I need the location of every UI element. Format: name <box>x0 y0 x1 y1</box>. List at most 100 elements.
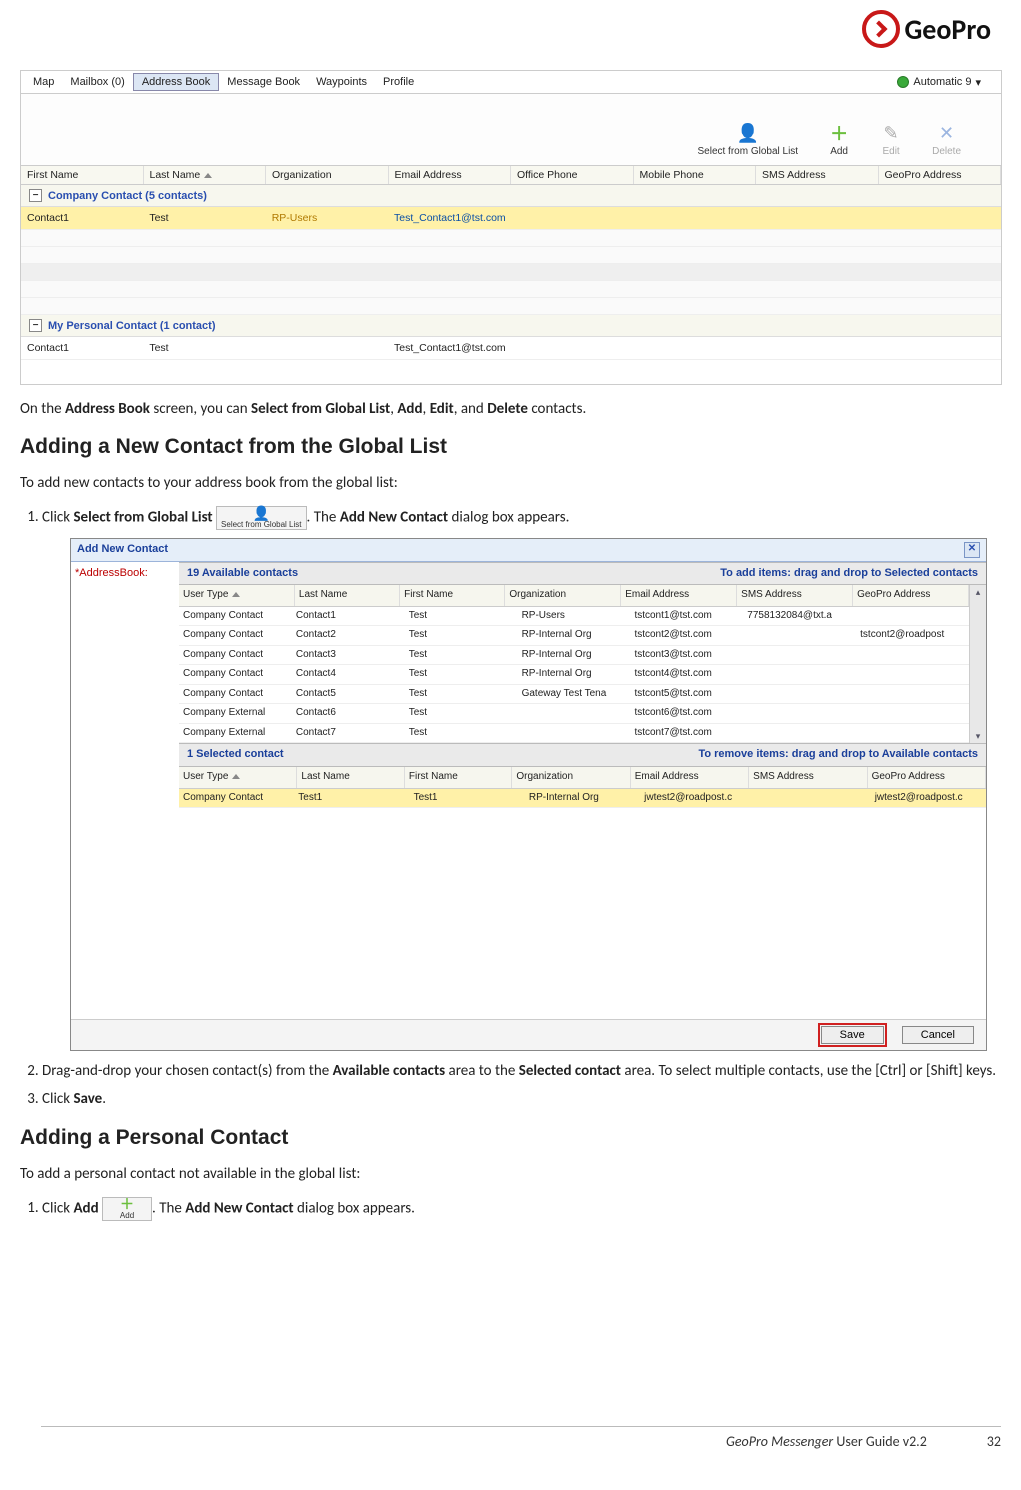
available-contacts-list[interactable]: Company ContactContact1TestRP-Userststco… <box>179 607 969 744</box>
page-footer: GeoPro Messenger User Guide v2.2 32 <box>41 1426 1001 1450</box>
available-count: 19 Available contacts <box>187 566 298 582</box>
col-mobile-phone[interactable]: Mobile Phone <box>634 166 757 184</box>
chevron-down-icon: ▾ <box>975 76 981 89</box>
table-row[interactable]: Contact1 Test Test_Contact1@tst.com <box>21 337 1001 360</box>
col-email[interactable]: Email Address <box>631 767 749 788</box>
selected-contacts-list[interactable]: Company ContactTest1Test1RP-Internal Org… <box>179 789 986 909</box>
sort-asc-icon <box>204 173 212 178</box>
col-first-name[interactable]: First Name <box>21 166 144 184</box>
dialog-titlebar: Add New Contact ✕ <box>71 539 986 562</box>
table-row[interactable]: Company ContactContact4TestRP-Internal O… <box>179 665 969 685</box>
group-company-contact[interactable]: − Company Contact (5 contacts) <box>21 185 1001 207</box>
table-row[interactable]: Company ContactContact2TestRP-Internal O… <box>179 626 969 646</box>
empty-row <box>21 264 1001 281</box>
cell-org: RP-Users <box>266 210 388 226</box>
grid-header: First Name Last Name Organization Email … <box>21 165 1001 185</box>
table-row[interactable]: Company ContactTest1Test1RP-Internal Org… <box>179 789 986 809</box>
col-last-name[interactable]: Last Name <box>144 166 267 184</box>
empty-row <box>21 247 1001 264</box>
table-row[interactable]: Company ExternalContact6Testtstcont6@tst… <box>179 704 969 724</box>
menu-mailbox[interactable]: Mailbox (0) <box>62 74 132 90</box>
available-grid-header: User Type Last Name First Name Organizat… <box>179 585 969 607</box>
sort-asc-icon <box>232 774 240 779</box>
col-geopro[interactable]: GeoPro Address <box>853 585 969 606</box>
menu-map[interactable]: Map <box>25 74 62 90</box>
dialog-footer: Save Cancel <box>71 1019 986 1050</box>
collapse-icon[interactable]: − <box>29 319 42 332</box>
connection-status[interactable]: Automatic 9 ▾ <box>897 76 997 89</box>
col-last-name[interactable]: Last Name <box>297 767 404 788</box>
col-geopro[interactable]: GeoPro Address <box>868 767 986 788</box>
logo-icon <box>862 10 900 48</box>
add-new-contact-dialog: Add New Contact ✕ *AddressBook: 19 Avail… <box>70 538 987 1051</box>
menu-profile[interactable]: Profile <box>375 74 422 90</box>
collapse-icon[interactable]: − <box>29 189 42 202</box>
cell-first: Contact1 <box>21 340 143 356</box>
close-icon[interactable]: ✕ <box>964 542 980 558</box>
table-row[interactable]: Contact1 Test RP-Users Test_Contact1@tst… <box>21 207 1001 230</box>
cell-first: Contact1 <box>21 210 143 226</box>
empty-row <box>21 298 1001 315</box>
col-user-type[interactable]: User Type <box>179 767 297 788</box>
footer-page-number: 32 <box>987 1433 1001 1450</box>
paragraph-actions: On the Address Book screen, you can Sele… <box>20 399 991 419</box>
save-button[interactable]: Save <box>821 1026 884 1044</box>
step-2: Drag-and-drop your chosen contact(s) fro… <box>42 1061 1001 1083</box>
logo-text: GeoPro <box>904 12 991 47</box>
intro-global: To add new contacts to your address book… <box>20 473 991 493</box>
heading-adding-personal: Adding a Personal Contact <box>20 1126 1001 1150</box>
intro-personal: To add a personal contact not available … <box>20 1164 991 1184</box>
inline-select-global-button: 👤 Select from Global List <box>216 506 306 530</box>
table-row[interactable]: Company ContactContact3TestRP-Internal O… <box>179 646 969 666</box>
table-row[interactable]: Company ContactContact5TestGateway Test … <box>179 685 969 705</box>
edit-button[interactable]: ✎ Edit <box>880 122 902 157</box>
menu-address-book[interactable]: Address Book <box>133 73 219 91</box>
col-office-phone[interactable]: Office Phone <box>511 166 634 184</box>
col-sms[interactable]: SMS Address <box>749 767 867 788</box>
col-sms[interactable]: SMS Address <box>737 585 853 606</box>
sort-asc-icon <box>232 592 240 597</box>
selected-grid-header: User Type Last Name First Name Organizat… <box>179 767 986 789</box>
col-organization[interactable]: Organization <box>505 585 621 606</box>
menu-waypoints[interactable]: Waypoints <box>308 74 375 90</box>
cell-org <box>266 340 388 356</box>
col-first-name[interactable]: First Name <box>400 585 505 606</box>
col-email[interactable]: Email Address <box>389 166 512 184</box>
col-organization[interactable]: Organization <box>266 166 389 184</box>
select-from-global-list-button[interactable]: 👤 Select from Global List <box>697 122 798 157</box>
step-1: Click Select from Global List 👤 Select f… <box>42 506 1001 1051</box>
add-button[interactable]: ＋ Add <box>828 122 850 157</box>
plus-icon: ＋ <box>107 1198 147 1210</box>
col-first-name[interactable]: First Name <box>405 767 512 788</box>
table-row[interactable]: Company ExternalContact7Testtstcont7@tst… <box>179 724 969 744</box>
col-email[interactable]: Email Address <box>621 585 737 606</box>
selected-header: 1 Selected contact To remove items: drag… <box>179 743 986 767</box>
group-personal-contact[interactable]: − My Personal Contact (1 contact) <box>21 315 1001 337</box>
inline-add-button: ＋ Add <box>102 1197 152 1221</box>
vertical-scrollbar[interactable]: ▴ ▾ <box>969 585 986 743</box>
scroll-down-icon[interactable]: ▾ <box>976 729 981 743</box>
cell-email: Test_Contact1@tst.com <box>388 210 512 226</box>
plus-icon: ＋ <box>828 122 850 144</box>
tool-label: Edit <box>882 146 899 157</box>
scroll-up-icon[interactable]: ▴ <box>976 585 981 599</box>
steps-global: Click Select from Global List 👤 Select f… <box>20 506 1001 1111</box>
col-geopro-address[interactable]: GeoPro Address <box>879 166 1002 184</box>
col-sms-address[interactable]: SMS Address <box>756 166 879 184</box>
col-last-name[interactable]: Last Name <box>295 585 400 606</box>
col-user-type[interactable]: User Type <box>179 585 295 606</box>
status-dot-icon <box>897 76 909 88</box>
selected-hint: To remove items: drag and drop to Availa… <box>698 747 978 763</box>
cancel-button[interactable]: Cancel <box>902 1026 974 1044</box>
field-label-addressbook: *AddressBook: <box>71 562 179 1019</box>
delete-x-icon: ✕ <box>936 122 958 144</box>
menubar: Map Mailbox (0) Address Book Message Boo… <box>21 71 1001 94</box>
col-organization[interactable]: Organization <box>512 767 630 788</box>
address-book-screenshot: Map Mailbox (0) Address Book Message Boo… <box>20 70 1002 385</box>
group-title: My Personal Contact (1 contact) <box>48 320 215 332</box>
geopro-logo: GeoPro <box>862 10 991 48</box>
delete-button[interactable]: ✕ Delete <box>932 122 961 157</box>
table-row[interactable]: Company ContactContact1TestRP-Userststco… <box>179 607 969 627</box>
menu-message-book[interactable]: Message Book <box>219 74 308 90</box>
group-title: Company Contact (5 contacts) <box>48 190 207 202</box>
